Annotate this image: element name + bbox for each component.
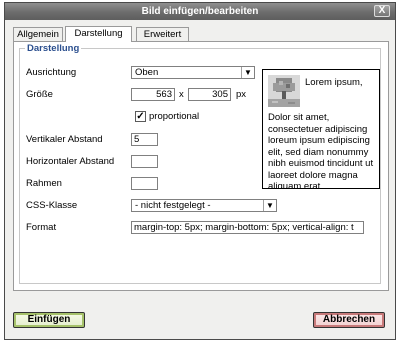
checkmark-icon: ✓	[136, 111, 145, 122]
css-class-select[interactable]: - nicht festgelegt - ▼	[131, 199, 277, 212]
border-input[interactable]	[131, 177, 158, 190]
css-class-value: - nicht festgelegt -	[135, 200, 211, 211]
preview-line: nibh euismod tincidunt ut	[268, 158, 374, 169]
tab-darstellung[interactable]: Darstellung	[65, 26, 132, 42]
preview-line: aliquam erat	[268, 181, 321, 189]
image-dialog: Bild einfügen/bearbeiten X Allgemein Dar…	[4, 2, 396, 340]
tree-image-icon	[268, 75, 300, 107]
proportional-checkbox[interactable]: ✓	[135, 111, 146, 122]
size-label: Größe	[26, 89, 53, 100]
unit-label: px	[236, 89, 247, 100]
height-input[interactable]: 305	[188, 88, 231, 101]
tab-label: Darstellung	[74, 28, 123, 39]
proportional-label: proportional	[149, 111, 200, 122]
times-sign: x	[179, 89, 184, 100]
close-icon: X	[378, 5, 386, 16]
preview-line: Dolor sit amet,	[268, 112, 330, 123]
preview-line: loreum ipsum edipiscing	[268, 135, 370, 146]
style-label: Format	[26, 222, 57, 233]
css-class-label: CSS-Klasse	[26, 200, 78, 211]
dialog-title: Bild einfügen/bearbeiten	[141, 6, 259, 17]
preview-line: laoreet dolore magna	[268, 169, 358, 181]
chevron-down-icon: ▼	[263, 200, 276, 211]
vspace-label: Vertikaler Abstand	[26, 134, 103, 145]
tab-label: Erweitert	[143, 29, 182, 40]
close-button[interactable]: X	[374, 5, 390, 17]
width-input[interactable]: 563	[131, 88, 175, 101]
appearance-fieldset: Darstellung Ausrichtung Oben ▼ Größe 563…	[19, 43, 381, 284]
cancel-button[interactable]: Abbrechen	[313, 312, 385, 328]
alignment-label: Ausrichtung	[26, 67, 77, 78]
border-label: Rahmen	[26, 178, 62, 189]
alignment-value: Oben	[135, 67, 159, 78]
tab-allgemein[interactable]: Allgemein	[13, 27, 63, 41]
tab-label: Allgemein	[17, 29, 59, 40]
preview-line: elit, sed diam nonummy	[268, 146, 369, 158]
tab-erweitert[interactable]: Erweitert	[136, 27, 189, 41]
image-preview: Lorem ipsum, Dolor sit amet, consectetue…	[262, 69, 380, 189]
hspace-label: Horizontaler Abstand	[26, 156, 115, 167]
tab-panel: Darstellung Ausrichtung Oben ▼ Größe 563…	[13, 41, 389, 291]
hspace-input[interactable]	[131, 155, 158, 168]
fieldset-legend: Darstellung	[25, 43, 82, 55]
insert-button[interactable]: Einfügen	[13, 312, 85, 328]
preview-heading: Lorem ipsum,	[305, 77, 363, 88]
style-input[interactable]: margin-top: 5px; margin-bottom: 5px; ver…	[131, 221, 364, 234]
dialog-titlebar[interactable]: Bild einfügen/bearbeiten X	[5, 3, 395, 20]
chevron-down-icon: ▼	[241, 67, 254, 78]
alignment-select[interactable]: Oben ▼	[131, 66, 255, 79]
preview-line: consectetuer adipiscing	[268, 123, 368, 135]
vspace-input[interactable]: 5	[131, 133, 158, 146]
